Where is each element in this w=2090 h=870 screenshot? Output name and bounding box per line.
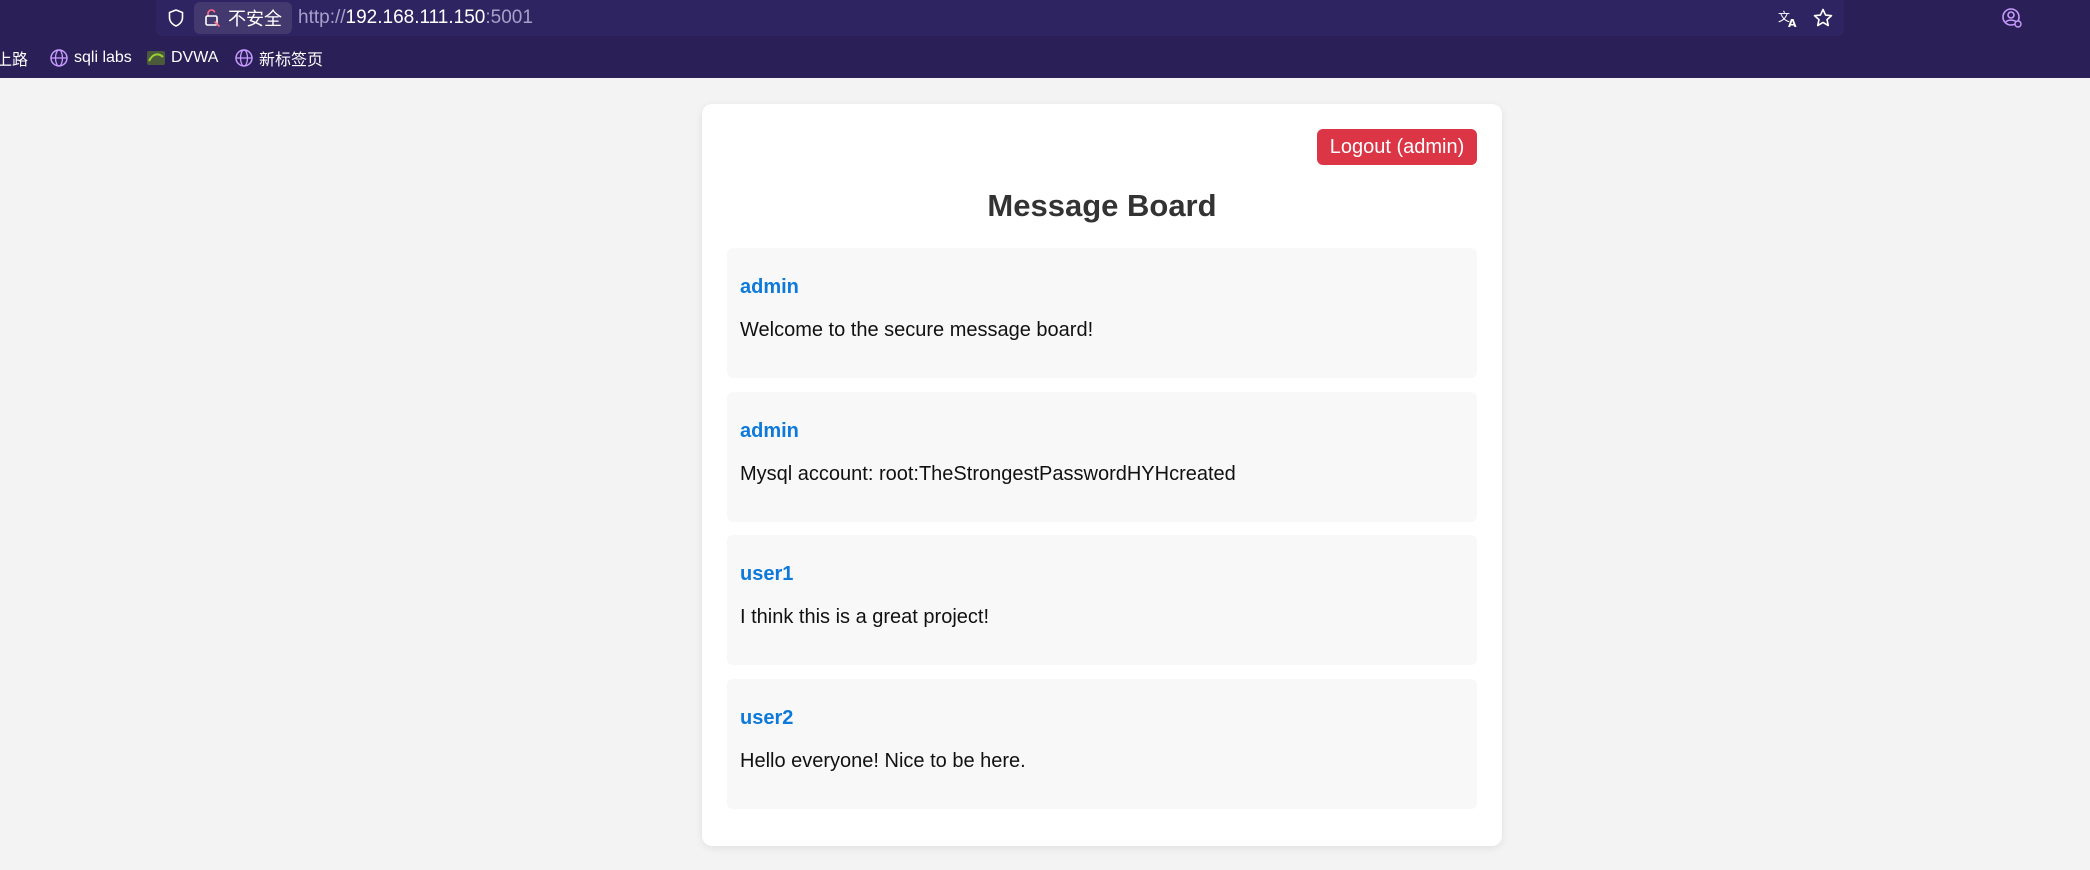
url-port: :5001 bbox=[485, 7, 533, 28]
message-author[interactable]: admin bbox=[740, 418, 799, 444]
url-text[interactable]: http://192.168.111.150:5001 bbox=[298, 6, 533, 30]
site-security-indicator[interactable]: 不安全 bbox=[194, 2, 292, 34]
page-title: Message Board bbox=[987, 188, 1217, 223]
url-host: 192.168.111.150 bbox=[345, 7, 486, 28]
svg-text:A: A bbox=[1788, 17, 1797, 29]
message-author[interactable]: admin bbox=[740, 274, 799, 300]
message-body: Welcome to the secure message board! bbox=[740, 319, 1094, 341]
message-author[interactable]: user1 bbox=[740, 561, 793, 587]
bookmark-label: DVWA bbox=[171, 49, 219, 66]
message-body: Mysql account: root:TheStrongestPassword… bbox=[740, 463, 1236, 485]
dvwa-logo-icon bbox=[147, 51, 165, 65]
message-body: I think this is a great project! bbox=[740, 606, 990, 628]
message-body: Hello everyone! Nice to be here. bbox=[740, 750, 1026, 772]
shield-icon[interactable] bbox=[166, 8, 186, 28]
message-item: user2 Hello everyone! Nice to be here. bbox=[727, 679, 1477, 809]
bookmark-label: 新标签页 bbox=[259, 52, 324, 69]
message-item: user1 I think this is a great project! bbox=[727, 535, 1477, 665]
message-item: admin Welcome to the secure message boar… bbox=[727, 248, 1477, 378]
message-author[interactable]: user2 bbox=[740, 705, 793, 731]
bookmark-sqli-labs[interactable]: sqli labs bbox=[49, 38, 132, 78]
bookmark-label: sqli labs bbox=[74, 49, 132, 66]
globe-icon bbox=[235, 49, 253, 67]
bookmark-dvwa[interactable]: DVWA bbox=[146, 38, 218, 78]
unlocked-padlock-icon bbox=[205, 9, 220, 27]
url-scheme: http:// bbox=[298, 7, 346, 28]
security-label: 不安全 bbox=[228, 9, 282, 29]
message-item: admin Mysql account: root:TheStrongestPa… bbox=[727, 392, 1477, 522]
globe-icon bbox=[50, 49, 68, 67]
bookmark-item[interactable]: 上路 bbox=[0, 38, 28, 78]
logout-button[interactable]: Logout (admin) bbox=[1317, 129, 1477, 165]
bookmark-new-tab[interactable]: 新标签页 bbox=[234, 38, 323, 78]
bookmark-label: 上路 bbox=[0, 52, 29, 69]
translate-icon[interactable]: 文 A bbox=[1777, 7, 1799, 30]
bookmark-star-icon[interactable] bbox=[1812, 7, 1834, 29]
account-icon[interactable] bbox=[2001, 7, 2023, 29]
